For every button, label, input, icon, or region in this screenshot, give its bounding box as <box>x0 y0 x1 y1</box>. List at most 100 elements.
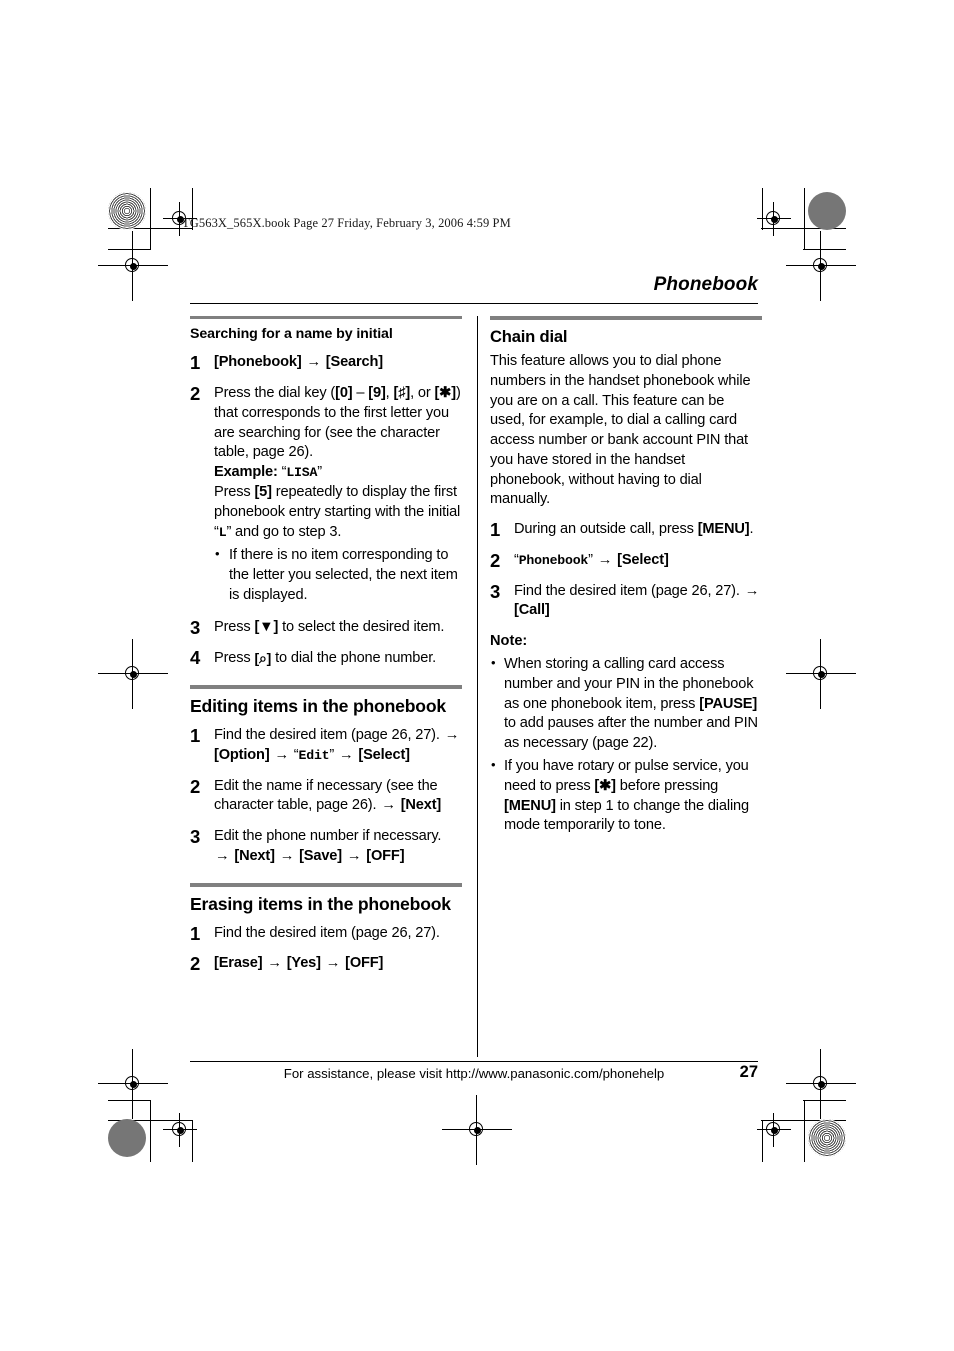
registration-mark <box>786 1049 856 1119</box>
step-text: Press <box>214 650 255 667</box>
step-number: 1 <box>490 519 501 541</box>
trim-mark <box>804 188 805 250</box>
key-9: [9] <box>368 385 386 402</box>
step-number: 4 <box>190 647 201 669</box>
registration-mark <box>442 1095 512 1165</box>
display-edit: Edit <box>298 747 330 763</box>
trim-mark <box>803 1100 846 1101</box>
chain-dial-intro: This feature allows you to dial phone nu… <box>490 353 751 508</box>
header-rule <box>190 303 758 305</box>
key-off: [OFF] <box>345 955 384 972</box>
arrow-icon: → <box>274 746 289 763</box>
solid-density-patch <box>808 192 846 230</box>
step-searching-4: 4 Press [⌕] to dial the phone number. <box>190 647 462 669</box>
step-editing-3: 3 Edit the phone number if necessary. → … <box>190 826 462 867</box>
arrow-icon: → <box>215 847 230 864</box>
example-label: Example: <box>214 464 278 481</box>
heading-erasing-items: Erasing items in the phonebook <box>190 893 451 914</box>
trim-mark <box>150 1100 151 1162</box>
trim-mark <box>108 228 193 229</box>
step-editing-2: 2 Edit the name if necessary (see the ch… <box>190 775 462 817</box>
key-star: [✱] <box>434 385 456 402</box>
key-off: [OFF] <box>366 847 405 864</box>
key-yes: [Yes] <box>286 955 321 972</box>
arrow-icon: → <box>744 582 760 599</box>
display-phonebook: Phonebook <box>518 552 589 568</box>
step-text: – <box>352 385 369 402</box>
heading-editing-items: Editing items in the phonebook <box>190 696 446 717</box>
quote-close: ” <box>317 464 322 481</box>
registration-mark <box>163 1113 197 1147</box>
note-label: Note: <box>490 633 528 650</box>
arrow-icon: → <box>597 551 613 568</box>
key-select: [Select] <box>358 746 410 763</box>
list-item: When storing a calling card access numbe… <box>490 654 762 754</box>
arrow-icon: → <box>339 746 354 763</box>
list-item: If there is no item corresponding to the… <box>214 545 462 605</box>
step-number: 2 <box>190 953 201 975</box>
step-chain-dial-2: 2 “Phonebook” → [Select] <box>490 549 762 571</box>
trim-mark <box>150 188 151 250</box>
step-chain-dial-1: 1 During an outside call, press [MENU]. <box>490 519 762 541</box>
step-text: Press the dial key ( <box>214 385 336 402</box>
key-5: [5] <box>254 483 272 500</box>
section-rule <box>190 882 462 887</box>
section-rule <box>190 316 462 320</box>
step-text: Press <box>214 618 255 635</box>
note-text: before pressing <box>615 777 719 794</box>
arrow-icon: → <box>381 797 396 814</box>
step-text: Find the desired item (page 26, 27). <box>514 582 744 599</box>
step-text: Press <box>214 483 255 500</box>
trim-mark <box>108 1120 193 1121</box>
list-item: If you have rotary or pulse service, you… <box>490 756 762 836</box>
heading-chain-dial: Chain dial <box>490 327 568 346</box>
step-text: . <box>749 521 754 538</box>
step-text: During an outside call, press <box>514 521 698 538</box>
section-rule <box>190 685 462 690</box>
key-next: [Next] <box>234 847 275 864</box>
left-column: Searching for a name by initial 1 [Phone… <box>190 316 462 985</box>
bullet-list: If there is no item corresponding to the… <box>214 545 462 605</box>
key-star: [✱] <box>594 777 616 794</box>
halftone-density-patch <box>808 1119 846 1157</box>
trim-mark <box>192 1120 193 1162</box>
arrow-icon: → <box>279 847 295 864</box>
registration-mark <box>98 231 168 301</box>
column-divider <box>477 316 479 1057</box>
step-number: 1 <box>190 352 201 374</box>
step-number: 2 <box>190 775 201 797</box>
registration-mark <box>757 202 791 236</box>
trim-mark <box>762 1120 763 1162</box>
arrow-icon: → <box>306 354 321 371</box>
step-searching-1: 1 [Phonebook] → [Search] <box>190 352 462 374</box>
step-text: to dial the phone number. <box>271 650 437 667</box>
step-text: ” and go to step 3. <box>226 523 342 540</box>
step-number: 3 <box>490 580 501 602</box>
right-column: Chain dial This feature allows you to di… <box>490 316 762 846</box>
registration-mark <box>757 1113 791 1147</box>
step-number: 1 <box>190 725 201 747</box>
key-next: [Next] <box>400 797 442 814</box>
step-erasing-1: 1 Find the desired item (page 26, 27). <box>190 922 462 944</box>
key-navigator-down-icon: [▼] <box>254 618 279 635</box>
key-0: [0] <box>335 385 353 402</box>
step-erasing-2: 2 [Erase] → [Yes] → [OFF] <box>190 953 462 975</box>
step-chain-dial-3: 3 Find the desired item (page 26, 27). →… <box>490 580 762 622</box>
key-menu: [MENU] <box>697 521 750 538</box>
key-phonebook: [Phonebook] <box>214 354 302 371</box>
registration-mark <box>98 1049 168 1119</box>
trim-mark <box>761 228 846 229</box>
step-number: 2 <box>190 383 201 405</box>
step-text: Find the desired item (page 26, 27). <box>214 727 444 744</box>
heading-searching-by-initial: Searching for a name by initial <box>190 326 393 343</box>
step-number: 2 <box>490 549 501 571</box>
arrow-icon: → <box>444 727 460 744</box>
arrow-icon: → <box>267 955 282 972</box>
step-number: 1 <box>190 922 201 944</box>
quote-close: ” <box>329 746 335 763</box>
arrow-icon: → <box>346 847 362 864</box>
step-text: Edit the phone number if necessary. <box>214 828 442 845</box>
footer-rule <box>190 1061 758 1063</box>
registration-mark <box>786 231 856 301</box>
file-stamp: TG563X_565X.book Page 27 Friday, Februar… <box>182 216 511 230</box>
